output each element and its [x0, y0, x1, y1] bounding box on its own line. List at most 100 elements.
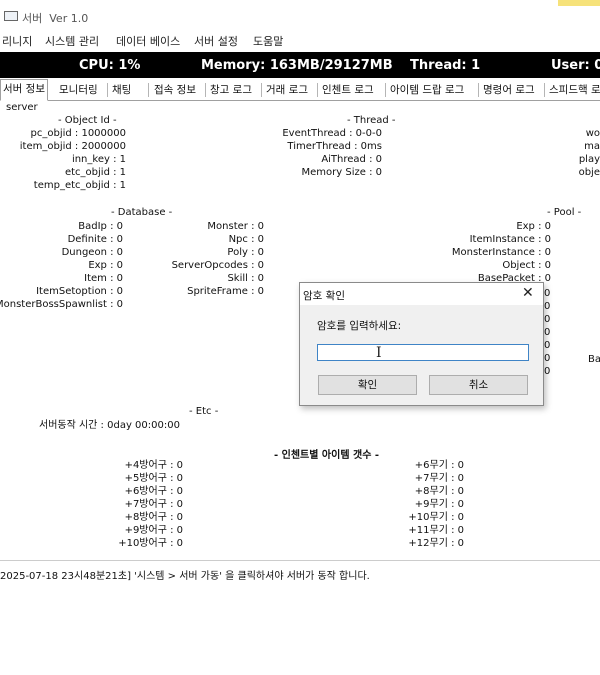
object-id-row: temp_etc_objid : 1	[33, 180, 126, 191]
thread-status: Thread: 1	[410, 58, 481, 73]
pool-list: Exp : 0 ItemInstance : 0 MonsterInstance…	[452, 220, 551, 285]
database-row: Skill : 0	[227, 273, 264, 284]
object-id-title: - Object Id -	[58, 115, 117, 126]
window-icon	[4, 11, 18, 21]
app-title: 서버	[22, 12, 43, 25]
etc-title: - Etc -	[189, 406, 219, 417]
pool-row: Exp : 0	[516, 221, 551, 232]
pool-row: MonsterInstance : 0	[451, 247, 551, 258]
thread-row: Memory Size : 0	[301, 167, 382, 178]
status-bar: CPU: 1% Memory: 163MB/29127MB Thread: 1 …	[0, 52, 600, 78]
server-uptime: 서버동작 시간 : 0day 00:00:00	[39, 420, 180, 431]
database-row: BadIp : 0	[78, 221, 123, 232]
user-status: User: 0	[551, 58, 600, 73]
object-id-list: pc_objid : 1000000 item_objid : 2000000 …	[20, 127, 126, 192]
tab-monitoring[interactable]: 모니터링	[57, 81, 100, 99]
menu-server-settings[interactable]: 서버 설정	[194, 33, 238, 49]
object-id-row: inn_key : 1	[71, 154, 126, 165]
close-icon[interactable]: ✕	[522, 285, 534, 301]
tab-command-log[interactable]: 명령어 로그	[481, 81, 537, 99]
database-row: MonsterBossSpawnlist : 0	[0, 299, 123, 310]
tab-item-drop-log[interactable]: 아이템 드랍 로그	[388, 81, 466, 99]
menu-system[interactable]: 시스템 관리	[45, 33, 99, 49]
pool-hidden-values: 0 0 0 0 0 0 0	[544, 287, 550, 378]
tab-divider	[385, 83, 386, 97]
enchant-weapon-row: +10무기 : 0	[408, 512, 464, 523]
app-version: Ver 1.0	[49, 12, 89, 25]
thread-row: AiThread : 0	[321, 154, 382, 165]
tab-divider	[478, 83, 479, 97]
tab-divider	[148, 83, 149, 97]
tab-connection-info[interactable]: 접속 정보	[152, 81, 198, 99]
tab-trade-log[interactable]: 거래 로그	[264, 81, 310, 99]
thread-row: EventThread : 0-0-0	[282, 128, 382, 139]
enchant-weapon-row: +12무기 : 0	[408, 538, 464, 549]
enchant-armor-row: +4방어구 : 0	[124, 460, 183, 471]
enchant-armor-row: +6방어구 : 0	[124, 486, 183, 497]
tab-divider	[261, 83, 262, 97]
object-id-row: etc_objid : 1	[64, 167, 126, 178]
tab-enchant-log[interactable]: 인첸트 로그	[320, 81, 376, 99]
enchant-weapon-row: +11무기 : 0	[408, 525, 464, 536]
clipped-row: obje	[578, 167, 600, 178]
pool-title: - Pool -	[547, 207, 582, 218]
tab-chat[interactable]: 채팅	[110, 81, 133, 99]
password-input[interactable]	[317, 344, 529, 361]
thread-list: EventThread : 0-0-0 TimerThread : 0ms Ai…	[282, 127, 382, 179]
menu-database[interactable]: 데이터 베이스	[116, 33, 180, 49]
clipped-row: ma	[584, 141, 600, 152]
database-row: Dungeon : 0	[61, 247, 123, 258]
enchant-armor-row: +10방어구 : 0	[118, 538, 183, 549]
database-row: Item : 0	[84, 273, 123, 284]
thread-row: TimerThread : 0ms	[287, 141, 382, 152]
enchant-armor-row: +8방어구 : 0	[124, 512, 183, 523]
database-row: Poly : 0	[227, 247, 264, 258]
thread-title: - Thread -	[347, 115, 396, 126]
cpu-status: CPU: 1%	[79, 58, 141, 73]
enchant-weapon-row: +8무기 : 0	[414, 486, 464, 497]
title-corner-accent	[558, 0, 600, 6]
log-divider	[0, 560, 600, 561]
server-group-label: server	[6, 102, 38, 113]
tab-strip: 서버 정보 모니터링 채팅 접속 정보 창고 로그 거래 로그 인첸트 로그 아…	[0, 79, 600, 101]
menu-bar: 리니지 시스템 관리 데이터 베이스 서버 설정 도움말	[0, 30, 600, 50]
password-prompt: 암호를 입력하세요:	[317, 320, 402, 332]
cancel-button[interactable]: 취소	[429, 375, 528, 395]
menu-lineage[interactable]: 리니지	[2, 33, 32, 49]
pool-row: Object : 0	[502, 260, 551, 271]
text-cursor-icon: I	[376, 345, 382, 361]
database-col2: Monster : 0 Npc : 0 Poly : 0 ServerOpcod…	[172, 220, 264, 298]
dialog-title-bar: 암호 확인 ✕	[300, 283, 543, 305]
clipped-info-list: wo ma play obje	[579, 127, 600, 179]
enchant-weapon-row: +9무기 : 0	[414, 499, 464, 510]
clipped-row: wo	[585, 128, 600, 139]
database-title: - Database -	[111, 207, 173, 218]
password-dialog: 암호 확인 ✕ 암호를 입력하세요: 확인 취소	[299, 282, 544, 406]
pool-value: 0	[544, 340, 551, 351]
tab-warehouse-log[interactable]: 창고 로그	[208, 81, 254, 99]
pool-value: 0	[544, 301, 551, 312]
enchant-armor-row: +9방어구 : 0	[124, 525, 183, 536]
pool-value: 0	[544, 366, 551, 377]
tab-server-info[interactable]: 서버 정보	[0, 79, 48, 101]
enchant-armor-row: +5방어구 : 0	[124, 473, 183, 484]
memory-status: Memory: 163MB/29127MB	[201, 58, 393, 73]
pool-row: ItemInstance : 0	[469, 234, 551, 245]
tab-divider	[107, 83, 108, 97]
pool-value: 0	[544, 314, 551, 325]
ok-button[interactable]: 확인	[318, 375, 417, 395]
pool-clipped-label: Ba	[588, 354, 600, 365]
clipped-row: play	[578, 154, 600, 165]
database-row: Monster : 0	[207, 221, 264, 232]
tab-divider	[205, 83, 206, 97]
enchant-armor-row: +7방어구 : 0	[124, 499, 183, 510]
dialog-title: 암호 확인	[303, 290, 345, 302]
pool-value: 0	[544, 288, 551, 299]
database-row: SpriteFrame : 0	[187, 286, 264, 297]
database-row: ItemSetoption : 0	[36, 286, 123, 297]
tab-speedhack-log[interactable]: 스피드핵 로	[547, 81, 600, 99]
menu-help[interactable]: 도움말	[253, 33, 283, 49]
object-id-row: item_objid : 2000000	[19, 141, 126, 152]
tab-divider	[317, 83, 318, 97]
enchant-armor-list: +4방어구 : 0 +5방어구 : 0 +6방어구 : 0 +7방어구 : 0 …	[118, 459, 183, 550]
